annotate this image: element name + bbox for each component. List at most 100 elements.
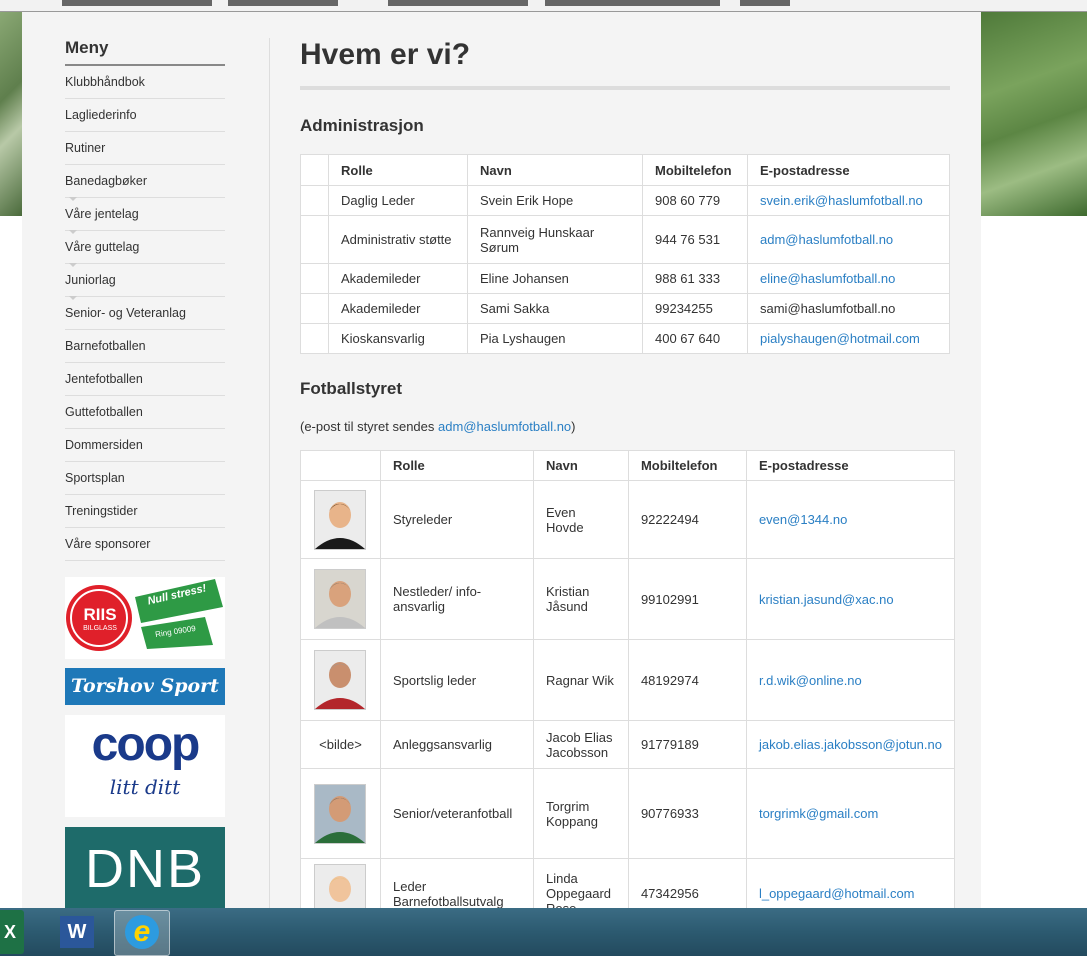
role-cell: Akademileder <box>328 293 468 324</box>
phone-cell: 99234255 <box>642 293 748 324</box>
email-link[interactable]: adm@haslumfotball.no <box>760 232 893 247</box>
name-cell: Sami Sakka <box>467 293 643 324</box>
email-link[interactable]: jakob.elias.jakobsson@jotun.no <box>759 737 942 752</box>
windows-taskbar: X W e <box>0 908 1087 956</box>
email-link[interactable]: l_oppegaard@hotmail.com <box>759 886 915 901</box>
member-photo <box>314 650 367 710</box>
table-row: Senior/veteranfotball Torgrim Koppang 9077… <box>300 768 956 859</box>
board-col-role: Rolle <box>379 450 534 481</box>
board-col-name: Navn <box>532 450 629 481</box>
table-row: Kioskansvarlig Pia Lyshaugen 400 67 640 pia… <box>300 323 950 354</box>
menu-item[interactable]: Banedagbøker <box>65 165 225 198</box>
photo-cell <box>300 639 381 721</box>
role-cell: Senior/veteranfotball <box>379 768 534 859</box>
menu-item-label: Våre guttelag <box>65 240 140 254</box>
table-row: Akademileder Eline Johansen 988 61 333 elin… <box>300 263 950 294</box>
email-link[interactable]: eline@haslumfotball.no <box>760 271 895 286</box>
email-cell: kristian.jasund@xac.no <box>745 558 956 640</box>
favorites-item[interactable] <box>740 0 790 6</box>
board-col-email: E-postadresse <box>745 450 956 481</box>
phone-cell: 91779189 <box>627 720 747 769</box>
email-link[interactable]: kristian.jasund@xac.no <box>759 592 894 607</box>
email-link: sami@haslumfotball.no <box>760 301 896 316</box>
menu-item[interactable]: Treningstider <box>65 495 225 528</box>
menu-item[interactable]: Senior- og Veteranlag <box>65 296 225 330</box>
phone-cell: 988 61 333 <box>642 263 748 294</box>
riis-name: RIIS <box>83 605 117 624</box>
table-row: Nestleder/ info-ansvarlig Kristian Jåsund… <box>300 558 956 640</box>
table-row: Sportslig leder Ragnar Wik 48192974 r.d.wik… <box>300 639 956 721</box>
sponsor-coop[interactable]: coop litt ditt <box>65 715 225 817</box>
menu-item[interactable]: Våre sponsorer <box>65 528 225 561</box>
board-email-link[interactable]: adm@haslumfotball.no <box>438 419 571 434</box>
menu-item[interactable]: Dommersiden <box>65 429 225 462</box>
phone-cell: 90776933 <box>627 768 747 859</box>
phone-cell: 908 60 779 <box>642 185 748 216</box>
board-note: (e-post til styret sendes adm@haslumfotb… <box>300 419 576 434</box>
admin-heading: Administrasjon <box>300 116 424 135</box>
role-cell: Kioskansvarlig <box>328 323 468 354</box>
phone-cell: 944 76 531 <box>642 215 748 264</box>
board-note-prefix: (e-post til styret sendes <box>300 419 438 434</box>
menu-item[interactable]: Juniorlag <box>65 263 225 297</box>
sponsor-dnb[interactable]: DNB <box>65 827 225 908</box>
row-blank-cell <box>300 263 329 294</box>
email-link[interactable]: svein.erik@haslumfotball.no <box>760 193 923 208</box>
email-cell: pialyshaugen@hotmail.com <box>747 323 950 354</box>
name-cell: Kristian Jåsund <box>532 558 629 640</box>
role-cell: Nestleder/ info-ansvarlig <box>379 558 534 640</box>
menu-item[interactable]: Klubbhåndbok <box>65 66 225 99</box>
menu-item-label: Våre sponsorer <box>65 537 151 551</box>
chevron-down-icon <box>69 263 77 267</box>
main-content: Hvem er vi? Administrasjon Fotballstyret… <box>300 38 960 434</box>
menu-item[interactable]: Våre guttelag <box>65 230 225 264</box>
menu-item[interactable]: Rutiner <box>65 132 225 165</box>
table-row: <bilde> Anleggsansvarlig Jacob Elias Jacob… <box>300 720 956 769</box>
favorites-item[interactable] <box>545 0 720 6</box>
word-icon[interactable]: W <box>52 910 106 954</box>
menu-item[interactable]: Barnefotballen <box>65 330 225 363</box>
admin-col-role: Rolle <box>328 154 468 186</box>
menu-title: Meny <box>65 38 225 66</box>
background-image-left <box>0 12 22 216</box>
menu-item[interactable]: Lagliederinfo <box>65 99 225 132</box>
favorites-item[interactable] <box>228 0 338 6</box>
excel-icon[interactable]: X <box>0 910 24 954</box>
favorites-item[interactable] <box>388 0 528 6</box>
phone-cell: 92222494 <box>627 480 747 559</box>
role-cell: Sportslig leder <box>379 639 534 721</box>
email-link[interactable]: pialyshaugen@hotmail.com <box>760 331 920 346</box>
board-table: Rolle Navn Mobiltelefon E-postadresse St… <box>300 450 956 929</box>
internet-explorer-icon[interactable]: e <box>114 910 170 956</box>
table-row: Daglig Leder Svein Erik Hope 908 60 779 sv… <box>300 185 950 216</box>
menu-item-label: Rutiner <box>65 141 106 155</box>
background-image-right <box>981 12 1087 216</box>
email-cell: r.d.wik@online.no <box>745 639 956 721</box>
menu-item-label: Våre jentelag <box>65 207 139 221</box>
row-blank-cell <box>300 215 329 264</box>
member-photo <box>314 569 367 629</box>
name-cell: Ragnar Wik <box>532 639 629 721</box>
admin-col-phone: Mobiltelefon <box>642 154 748 186</box>
menu-item-label: Lagliederinfo <box>65 108 137 122</box>
row-blank-cell <box>300 293 329 324</box>
email-link[interactable]: r.d.wik@online.no <box>759 673 862 688</box>
sponsor-riis[interactable]: RIIS BILGLASS Null stress! Ring 09009 <box>65 577 225 659</box>
email-link[interactable]: even@1344.no <box>759 512 847 527</box>
email-link[interactable]: torgrimk@gmail.com <box>759 806 878 821</box>
sponsor-torshov-sport[interactable]: Torshov Sport <box>65 668 225 705</box>
menu-item[interactable]: Våre jentelag <box>65 197 225 231</box>
menu-item[interactable]: Guttefotballen <box>65 396 225 429</box>
email-cell: eline@haslumfotball.no <box>747 263 950 294</box>
role-cell: Akademileder <box>328 263 468 294</box>
name-cell: Eline Johansen <box>467 263 643 294</box>
chevron-down-icon <box>69 296 77 300</box>
photo-placeholder: <bilde> <box>319 737 362 752</box>
menu-item-label: Senior- og Veteranlag <box>65 306 186 320</box>
favorites-item[interactable] <box>62 0 212 6</box>
menu-item[interactable]: Sportsplan <box>65 462 225 495</box>
admin-blank-header <box>300 154 329 186</box>
table-row: Styreleder Even Hovde 92222494 even@1344.n… <box>300 480 956 559</box>
menu-item[interactable]: Jentefotballen <box>65 363 225 396</box>
table-row: Administrativ støtte Rannveig Hunskaar Sø… <box>300 215 950 264</box>
